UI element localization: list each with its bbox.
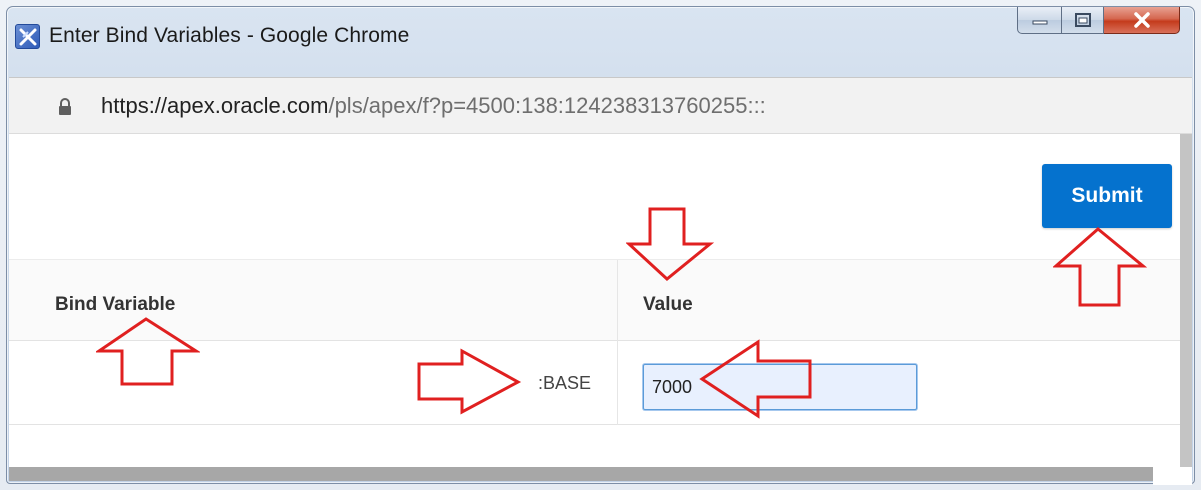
bind-variable-name: :BASE bbox=[9, 341, 618, 425]
lock-icon bbox=[59, 98, 71, 115]
close-button[interactable] bbox=[1104, 7, 1180, 34]
submit-button[interactable]: Submit bbox=[1042, 164, 1172, 228]
address-bar[interactable]: https://apex.oracle.com/pls/apex/f?p=450… bbox=[9, 77, 1192, 134]
minimize-button[interactable] bbox=[1017, 7, 1062, 34]
app-icon bbox=[15, 24, 40, 49]
title-bar[interactable]: Enter Bind Variables - Google Chrome bbox=[7, 7, 1194, 77]
browser-window: Enter Bind Variables - Google Chrome htt… bbox=[6, 6, 1195, 485]
bind-variables-table: Bind Variable Value :BASE bbox=[9, 259, 1180, 425]
window-title: Enter Bind Variables - Google Chrome bbox=[49, 24, 410, 47]
scrollbar-corner bbox=[1153, 467, 1192, 485]
page-content: Submit Bind Variable Value :BASE bbox=[9, 134, 1180, 467]
maximize-icon bbox=[1074, 13, 1091, 27]
url-path: /pls/apex/f?p=4500:138:124238313760255::… bbox=[328, 93, 766, 118]
url-text[interactable]: https://apex.oracle.com/pls/apex/f?p=450… bbox=[101, 93, 766, 119]
minimize-icon bbox=[1032, 20, 1047, 25]
column-header-value: Value bbox=[643, 294, 693, 315]
close-icon bbox=[1133, 12, 1150, 28]
vertical-scrollbar[interactable] bbox=[1180, 134, 1192, 467]
maximize-button[interactable] bbox=[1062, 7, 1104, 34]
horizontal-scrollbar[interactable] bbox=[9, 467, 1153, 481]
window-controls bbox=[1017, 7, 1180, 41]
bind-value-input[interactable] bbox=[643, 364, 917, 410]
column-header-bind-variable: Bind Variable bbox=[9, 260, 618, 342]
url-host: https://apex.oracle.com bbox=[101, 93, 329, 118]
table-header-row: Bind Variable Value bbox=[9, 259, 1180, 342]
table-row: :BASE bbox=[9, 341, 1180, 425]
